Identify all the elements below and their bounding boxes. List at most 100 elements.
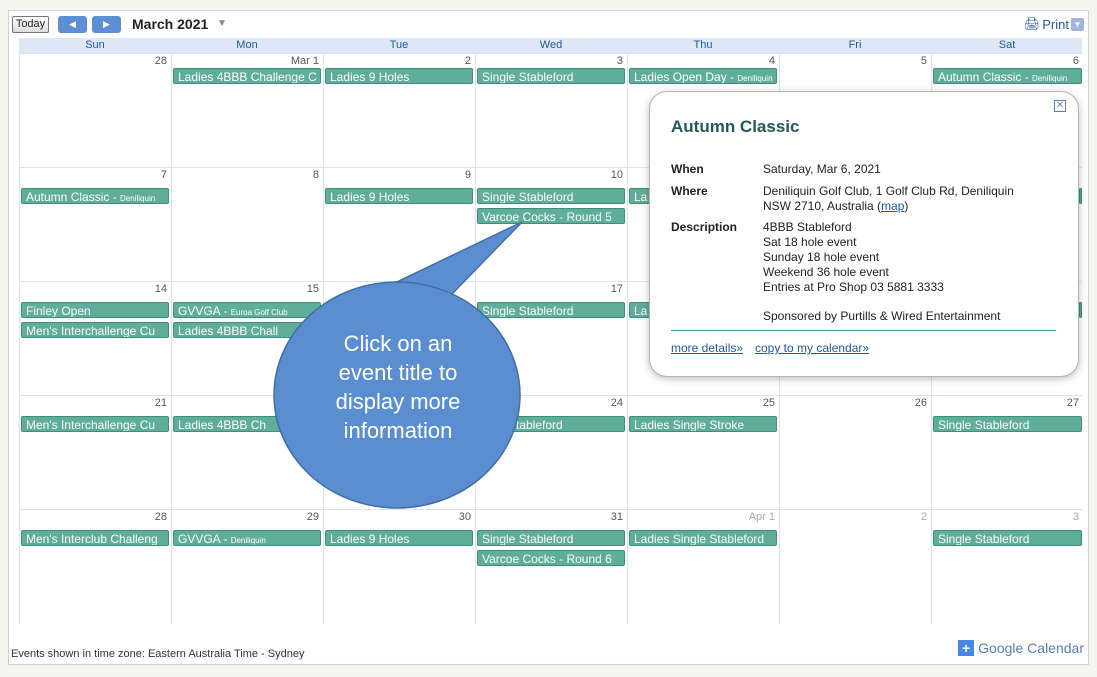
- description-line: Sat 18 hole event: [763, 235, 857, 249]
- popup-title: Autumn Classic: [671, 117, 800, 136]
- description-label: Description: [671, 220, 738, 234]
- event-ladies-9-holes[interactable]: Ladies 9 Holes: [325, 68, 473, 84]
- print-button[interactable]: 🖨 Print ▼: [1024, 15, 1084, 33]
- event-sat-partial[interactable]: [1079, 188, 1082, 204]
- event-single-stableford[interactable]: Stableford: [477, 416, 625, 432]
- previous-month-button[interactable]: ◀: [58, 16, 87, 33]
- event-title: GVVGA -: [178, 304, 231, 318]
- weekday-header: Sun Mon Tue Wed Thu Fri Sat: [19, 38, 1082, 53]
- where-line-2: NSW 2710, Australia (map): [763, 199, 909, 213]
- weekday-mon: Mon: [236, 39, 258, 51]
- when-label: When: [671, 162, 704, 176]
- next-month-button[interactable]: ▶: [92, 16, 121, 33]
- weekday-sat: Sat: [998, 39, 1016, 51]
- day-number: 24: [610, 397, 623, 409]
- description-line: Entries at Pro Shop 03 5881 3333: [763, 280, 944, 294]
- event-single-stableford[interactable]: Single Stableford: [477, 188, 625, 204]
- event-single-stableford[interactable]: Single Stableford: [933, 416, 1082, 432]
- weekday-wed: Wed: [539, 39, 563, 51]
- close-icon[interactable]: ✕: [1054, 100, 1066, 112]
- event-title: Ladies Open Day -: [634, 70, 738, 84]
- description-line: 4BBB Stableford: [763, 220, 852, 234]
- event-location: Deniliquin: [120, 194, 156, 203]
- day-number: 2: [920, 511, 927, 523]
- event-gvvga-euroa[interactable]: GVVGA - Euroa Golf Club: [173, 302, 321, 318]
- event-finley-open[interactable]: Finley Open: [21, 302, 169, 318]
- event-title: GVVGA -: [178, 532, 231, 546]
- event-location: Deniliquin: [1032, 74, 1068, 83]
- callout-text: Click on an event title to display more …: [335, 331, 461, 443]
- day-number: 15: [306, 283, 319, 295]
- event-gvvga-deniliquin[interactable]: GVVGA - Deniliquin: [173, 530, 321, 546]
- day-number: 10: [610, 169, 623, 181]
- day-number: 21: [154, 397, 167, 409]
- print-label: Print: [1042, 16, 1069, 32]
- event-varcoe-cocks-round-6[interactable]: Varcoe Cocks - Round 6: [477, 550, 625, 566]
- copy-to-calendar-link[interactable]: copy to my calendar»: [755, 341, 869, 355]
- chevron-left-icon: ◀: [69, 19, 76, 29]
- day-number: 31: [610, 511, 623, 523]
- event-single-stableford[interactable]: Single Stableford: [933, 530, 1082, 546]
- calendar-frame: Today ◀ ▶ March 2021 ▼ 🖨 Print ▼ Sun Mon…: [8, 10, 1089, 665]
- event-ladies-open-day[interactable]: Ladies Open Day - Deniliquin: [629, 68, 777, 84]
- day-number: 3: [1072, 511, 1079, 523]
- month-dropdown-icon[interactable]: ▼: [217, 18, 227, 29]
- plus-icon: +: [958, 640, 975, 656]
- day-number: 9: [464, 169, 471, 181]
- where-label: Where: [671, 184, 708, 198]
- day-number: 17: [610, 283, 623, 295]
- sponsor-line: Sponsored by Purtills & Wired Entertainm…: [763, 309, 1001, 323]
- event-title: Autumn Classic -: [26, 190, 121, 204]
- day-number: 26: [914, 397, 927, 409]
- event-mens-interchallenge[interactable]: Men's Interchallenge Cu: [21, 416, 169, 432]
- weekday-tue: Tue: [389, 39, 409, 51]
- timezone-note: Events shown in time zone: Eastern Austr…: [11, 648, 305, 660]
- day-number: Mar 1: [290, 55, 319, 67]
- event-autumn-classic[interactable]: Autumn Classic - Deniliquin: [21, 188, 169, 204]
- event-varcoe-cocks-round-5[interactable]: Varcoe Cocks - Round 5: [477, 208, 625, 224]
- today-button[interactable]: Today: [12, 16, 49, 33]
- day-number: 5: [920, 55, 927, 67]
- day-number: Apr 1: [748, 511, 775, 523]
- event-ladies-single-stableford[interactable]: Ladies Single Stableford: [629, 530, 777, 546]
- month-title: March 2021: [132, 16, 209, 32]
- week-row: 28 29 30 31 Apr 1 2 3 Men's Interclub Ch…: [19, 509, 1082, 624]
- day-number: 6: [1072, 55, 1079, 67]
- description-line: Weekend 36 hole event: [763, 265, 889, 279]
- event-single-stableford[interactable]: Single Stableford: [477, 530, 625, 546]
- where-line-1: Deniliquin Golf Club, 1 Golf Club Rd, De…: [763, 184, 1014, 198]
- weekday-sun: Sun: [85, 39, 105, 51]
- event-ladies-9-holes[interactable]: Ladies 9 Holes: [325, 188, 473, 204]
- google-calendar-badge[interactable]: + Google Calendar: [958, 640, 1084, 656]
- day-number: 2: [464, 55, 471, 67]
- event-location: Euroa Golf Club: [230, 308, 288, 317]
- weekday-fri: Fri: [848, 39, 862, 51]
- description-line: Sunday 18 hole event: [763, 250, 880, 264]
- day-number: 14: [154, 283, 167, 295]
- event-ladies-4bbb[interactable]: Ladies 4BBB Challenge C: [173, 68, 321, 84]
- event-single-stableford[interactable]: Single Stableford: [477, 68, 625, 84]
- day-number: 29: [306, 511, 319, 523]
- event-sat-partial[interactable]: [1079, 302, 1082, 318]
- event-single-stableford[interactable]: Single Stableford: [477, 302, 625, 318]
- chevron-right-icon: ▶: [103, 19, 110, 29]
- event-mens-interchallenge[interactable]: Men's Interchallenge Cu: [21, 322, 169, 338]
- event-mens-interclub[interactable]: Men's Interclub Challeng: [21, 530, 169, 546]
- event-title: Autumn Classic -: [938, 70, 1033, 84]
- event-ladies-9-holes[interactable]: Ladies 9 Holes: [325, 530, 473, 546]
- printer-icon: 🖨: [1023, 16, 1041, 31]
- where-value: Deniliquin Golf Club, 1 Golf Club Rd, De…: [763, 184, 1063, 214]
- day-number: 27: [1066, 397, 1079, 409]
- day-number: 25: [762, 397, 775, 409]
- day-number: 28: [154, 511, 167, 523]
- event-details-popup: ✕ Autumn Classic When Saturday, Mar 6, 2…: [649, 91, 1079, 377]
- print-dropdown-icon[interactable]: ▼: [1071, 17, 1084, 31]
- day-number: 4: [768, 55, 775, 67]
- event-autumn-classic[interactable]: Autumn Classic - Deniliquin: [933, 68, 1082, 84]
- day-number: 30: [458, 511, 471, 523]
- more-details-link[interactable]: more details»: [671, 341, 743, 355]
- event-location: Deniliquin: [737, 74, 773, 83]
- event-ladies-single-stroke[interactable]: Ladies Single Stroke: [629, 416, 777, 432]
- map-link[interactable]: map: [881, 199, 904, 213]
- event-location: Deniliquin: [230, 536, 266, 545]
